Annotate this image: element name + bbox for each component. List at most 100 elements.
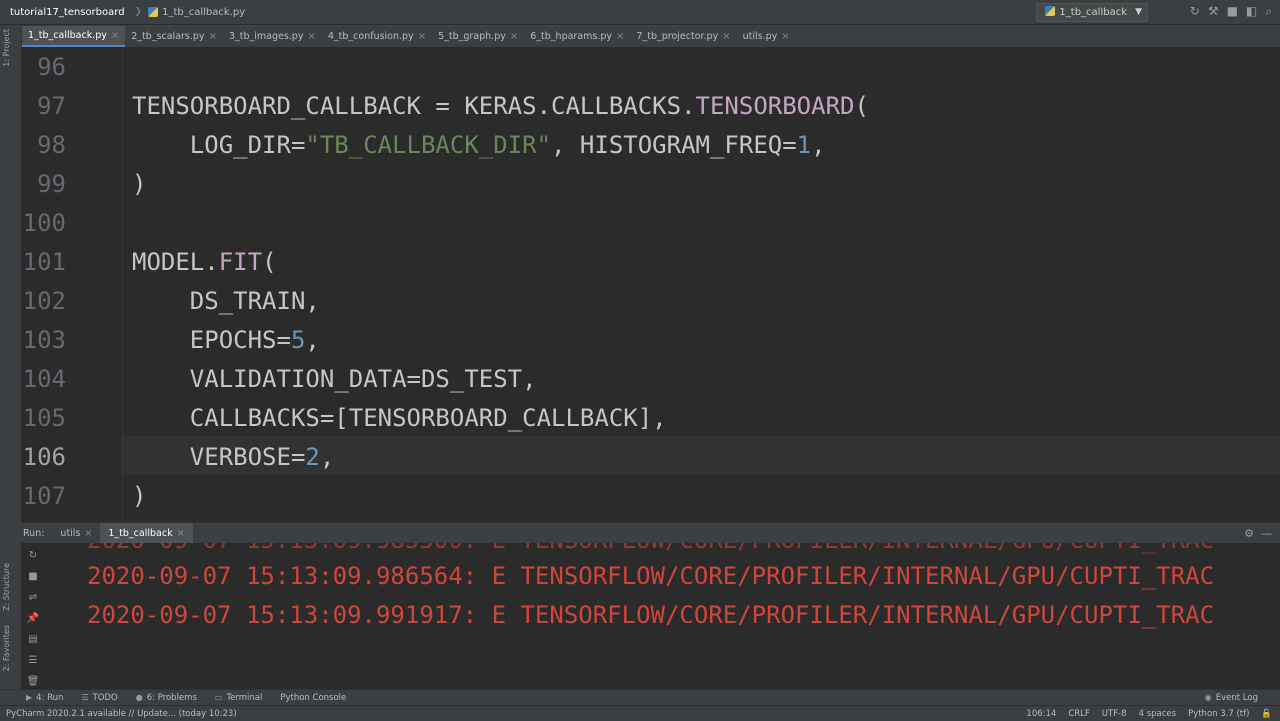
code-line-98: LOG_DIR="TB_CALLBACK_DIR", HISTOGRAM_FRE… <box>132 126 826 165</box>
code-line-106: VERBOSE=2, <box>132 438 335 477</box>
project-tool-button[interactable]: 1: Project <box>2 29 11 67</box>
python-console-tool-button[interactable]: Python Console <box>272 693 356 703</box>
warning-icon: ● <box>135 693 143 702</box>
close-icon[interactable]: × <box>510 31 518 42</box>
stop-icon[interactable]: ■ <box>1227 4 1238 19</box>
minimize-icon[interactable]: — <box>1261 527 1272 540</box>
tab-4-tb-confusion[interactable]: 4_tb_confusion.py × <box>322 26 432 47</box>
breadcrumb-separator-icon: ❯ <box>134 7 143 17</box>
run-tool-button[interactable]: ▶ 4: Run <box>0 693 73 703</box>
terminal-icon: ▭ <box>214 693 223 702</box>
build-icon[interactable]: ⚒ <box>1208 4 1219 19</box>
list-icon: ☰ <box>81 693 89 702</box>
line-number: 96 <box>37 53 66 81</box>
code-text: MODEL. <box>132 248 219 276</box>
tab-7-tb-projector[interactable]: 7_tb_projector.py × <box>630 26 736 47</box>
line-separator[interactable]: CRLF <box>1068 709 1089 719</box>
code-editor[interactable]: 96 97 98 99 100 101 102 103 104 105 106 … <box>21 48 1280 522</box>
run-configuration-label: 1_tb_callback <box>1059 7 1127 18</box>
play-icon: ▶ <box>26 693 33 702</box>
line-number-gutter: 96 97 98 99 100 101 102 103 104 105 106 … <box>21 48 121 522</box>
favorites-tool-button[interactable]: 2: Favorites <box>2 625 11 671</box>
lock-icon[interactable]: 🔓 <box>1261 709 1272 719</box>
stop-icon[interactable]: ■ <box>28 571 37 582</box>
left-tool-strip: 1: Project Z: Structure 2: Favorites <box>0 25 22 689</box>
breadcrumb-file[interactable]: 1_tb_callback.py <box>162 7 245 18</box>
console-line: 2020-09-07 15:13:09.986564: E TENSORFLOW… <box>87 562 1215 590</box>
code-line-105: CALLBACKS=[TENSORBOARD_CALLBACK], <box>132 404 667 432</box>
caret-position[interactable]: 106:14 <box>1026 709 1056 719</box>
close-icon[interactable]: × <box>209 31 217 42</box>
tool-label: 4: Run <box>36 692 64 703</box>
python-interpreter[interactable]: Python 3.7 (tf) <box>1188 709 1249 719</box>
tool-label: 6: Problems <box>146 692 197 703</box>
tab-2-tb-scalars[interactable]: 2_tb_scalars.py × <box>125 26 223 47</box>
wrap-icon[interactable]: ⇌ <box>29 592 37 603</box>
code-call: TENSORBOARD <box>695 92 855 120</box>
run-configuration-select[interactable]: 1_tb_callback ▼ <box>1036 3 1148 22</box>
line-number: 98 <box>37 131 66 159</box>
tool-label: TODO <box>92 692 118 703</box>
tab-6-tb-hparams[interactable]: 6_tb_hparams.py × <box>524 26 630 47</box>
run-tab-label: 1_tb_callback <box>108 527 173 539</box>
run-tab-label: utils <box>60 527 81 539</box>
rerun-icon[interactable]: ↻ <box>1190 4 1200 19</box>
tab-5-tb-graph[interactable]: 5_tb_graph.py × <box>432 26 524 47</box>
code-text: ( <box>262 248 277 276</box>
event-log-icon: ◉ <box>1204 692 1212 703</box>
tab-3-tb-images[interactable]: 3_tb_images.py × <box>223 26 322 47</box>
code-text: , <box>305 326 320 354</box>
gear-icon[interactable]: ⚙ <box>1244 527 1254 540</box>
list-icon[interactable]: ☰ <box>29 655 38 666</box>
tool-label: Terminal <box>226 692 263 703</box>
close-icon[interactable]: × <box>722 31 730 42</box>
indent-setting[interactable]: 4 spaces <box>1139 709 1176 719</box>
tool-label: Event Log <box>1215 692 1258 703</box>
console-output[interactable]: 2020-09-07 15:13:09.985500: E TENSORFLOW… <box>71 543 1280 690</box>
console-line: 2020-09-07 15:13:09.991917: E TENSORFLOW… <box>87 601 1215 629</box>
close-icon[interactable]: × <box>307 31 315 42</box>
pin-icon[interactable]: 📌 <box>27 613 39 624</box>
tab-utils[interactable]: utils.py × <box>737 26 796 47</box>
terminal-tool-button[interactable]: ▭ Terminal <box>207 693 272 703</box>
search-icon[interactable]: ⌕ <box>1265 4 1272 19</box>
close-icon[interactable]: × <box>84 528 92 539</box>
todo-tool-button[interactable]: ☰ TODO <box>73 693 127 703</box>
tab-label: 4_tb_confusion.py <box>327 31 414 42</box>
event-log-button[interactable]: ◉ Event Log <box>1204 690 1258 705</box>
line-number: 104 <box>22 365 66 393</box>
run-tab-1-tb-callback[interactable]: 1_tb_callback × <box>100 523 193 543</box>
breadcrumb-project[interactable]: tutorial17_tensorboard <box>0 7 129 18</box>
tab-label: 5_tb_graph.py <box>438 31 506 42</box>
print-icon[interactable]: ▤ <box>28 634 37 645</box>
run-header: Run: utils × 1_tb_callback × ⚙ — <box>21 523 1280 543</box>
chevron-down-icon: ▼ <box>1135 7 1142 17</box>
trash-icon[interactable]: 🗑 <box>27 676 40 687</box>
close-icon[interactable]: × <box>111 30 119 41</box>
tool-windows-bar: ▶ 4: Run ☰ TODO ● 6: Problems ▭ Terminal Pyt… <box>0 689 1280 705</box>
close-icon[interactable]: × <box>418 31 426 42</box>
close-icon[interactable]: × <box>781 31 789 42</box>
rerun-icon[interactable]: ↻ <box>29 550 37 561</box>
tab-label: 6_tb_hparams.py <box>530 31 613 42</box>
line-number: 107 <box>22 482 66 510</box>
line-number: 103 <box>22 326 66 354</box>
tab-1-tb-callback[interactable]: 1_tb_callback.py × <box>22 26 126 47</box>
structure-tool-button[interactable]: Z: Structure <box>2 563 11 611</box>
run-side-toolbar: ↻ ■ ⇌ 📌 ▤ ☰ 🗑 <box>21 544 45 695</box>
run-tab-utils[interactable]: utils × <box>52 523 100 543</box>
settings-icon[interactable]: ◧ <box>1246 4 1257 19</box>
line-number: 100 <box>22 209 66 237</box>
line-number: 99 <box>37 170 66 198</box>
code-text: ( <box>854 92 869 120</box>
code-text: , <box>811 131 826 159</box>
file-encoding[interactable]: UTF-8 <box>1102 709 1127 719</box>
problems-tool-button[interactable]: ● 6: Problems <box>128 693 207 703</box>
update-message[interactable]: PyCharm 2020.2.1 available // Update... … <box>0 709 237 719</box>
close-icon[interactable]: × <box>616 31 624 42</box>
tab-label: 7_tb_projector.py <box>636 31 719 42</box>
gutter-separator <box>122 48 123 522</box>
close-icon[interactable]: × <box>177 528 185 539</box>
navigation-bar: tutorial17_tensorboard ❯ 1_tb_callback.p… <box>0 0 1280 25</box>
line-number-current: 106 <box>22 443 66 471</box>
